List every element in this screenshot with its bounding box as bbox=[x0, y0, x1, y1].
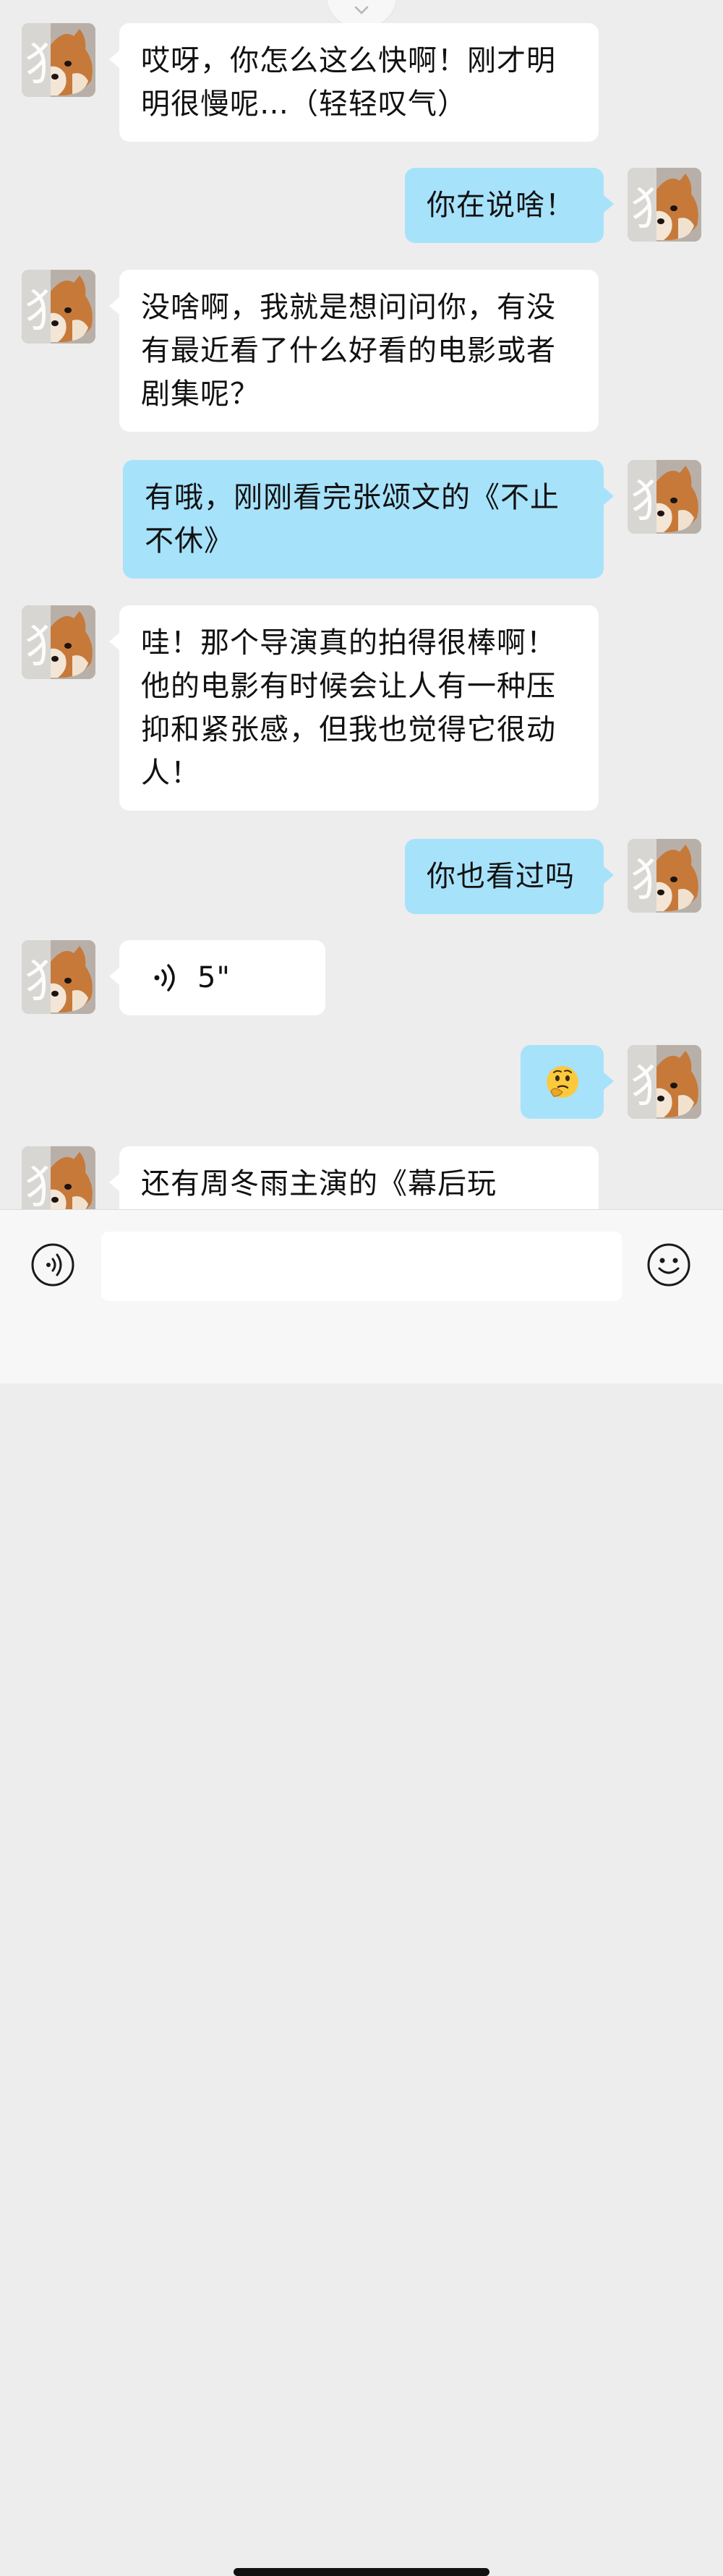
my-avatar[interactable] bbox=[628, 839, 701, 913]
incoming-message-bubble[interactable]: 哇！那个导演真的拍得很棒啊！他的电影有时候会让人有一种压抑和紧张感，但我也觉得它… bbox=[109, 605, 599, 811]
incoming-message-bubble[interactable]: 哎呀，你怎么这么快啊！刚才明明很慢呢…（轻轻叹气） bbox=[109, 23, 599, 142]
voice-duration: 5" bbox=[197, 961, 231, 994]
voice-wave-icon bbox=[154, 964, 175, 991]
contact-avatar[interactable] bbox=[22, 1146, 95, 1209]
chevron-down-icon bbox=[354, 6, 369, 14]
voice-input-icon[interactable] bbox=[30, 1242, 75, 1287]
shiba-avatar-image bbox=[628, 1045, 701, 1119]
shiba-avatar-image bbox=[628, 839, 701, 913]
incoming-message-bubble[interactable]: 还有周冬雨主演的《幕后玩 bbox=[109, 1146, 599, 1209]
my-avatar[interactable] bbox=[628, 1045, 701, 1119]
shiba-avatar-image bbox=[22, 1146, 95, 1209]
shiba-avatar-image bbox=[628, 460, 701, 534]
shiba-avatar-image bbox=[22, 605, 95, 679]
message-text: 有哦，刚刚看完张颂文的《不止不休》 bbox=[145, 481, 560, 558]
outgoing-message-bubble[interactable]: 有哦，刚刚看完张颂文的《不止不休》 bbox=[123, 460, 614, 579]
shiba-avatar-image bbox=[22, 270, 95, 344]
contact-avatar[interactable] bbox=[22, 270, 95, 344]
message-composer bbox=[0, 1209, 723, 2576]
message-text: 你在说啥！ bbox=[427, 189, 575, 222]
message-text: 你也看过吗 bbox=[427, 860, 575, 893]
outgoing-message-bubble[interactable]: 你在说啥！ bbox=[405, 168, 614, 243]
my-avatar[interactable] bbox=[628, 460, 701, 534]
shiba-avatar-image bbox=[628, 168, 701, 242]
message-text: 还有周冬雨主演的《幕后玩 bbox=[141, 1167, 497, 1200]
shiba-avatar-image bbox=[22, 940, 95, 1014]
contact-avatar[interactable] bbox=[22, 940, 95, 1014]
contact-avatar[interactable] bbox=[22, 605, 95, 679]
outgoing-emoji-bubble[interactable] bbox=[521, 1045, 614, 1119]
chat-message-list[interactable]: 哎呀，你怎么这么快啊！刚才明明很慢呢…（轻轻叹气） 你在说啥！ 没啥啊，我就是想… bbox=[0, 0, 723, 1209]
home-indicator[interactable] bbox=[234, 2568, 489, 2576]
message-text: 哎呀，你怎么这么快啊！刚才明明很慢呢…（轻轻叹气） bbox=[141, 44, 556, 121]
shiba-avatar-image bbox=[22, 23, 95, 97]
thinking-face-icon bbox=[546, 1066, 578, 1098]
voice-message-bubble[interactable]: 5" bbox=[109, 940, 325, 1015]
contact-avatar[interactable] bbox=[22, 23, 95, 97]
incoming-message-bubble[interactable]: 没啥啊，我就是想问问你，有没有最近看了什么好看的电影或者剧集呢？ bbox=[109, 270, 599, 432]
message-text: 没啥啊，我就是想问问你，有没有最近看了什么好看的电影或者剧集呢？ bbox=[141, 291, 556, 411]
smiley-face-icon[interactable] bbox=[646, 1242, 691, 1287]
message-text: 哇！那个导演真的拍得很棒啊！他的电影有时候会让人有一种压抑和紧张感，但我也觉得它… bbox=[141, 626, 556, 790]
my-avatar[interactable] bbox=[628, 168, 701, 242]
message-input[interactable] bbox=[101, 1232, 622, 1301]
outgoing-message-bubble[interactable]: 你也看过吗 bbox=[405, 839, 614, 914]
